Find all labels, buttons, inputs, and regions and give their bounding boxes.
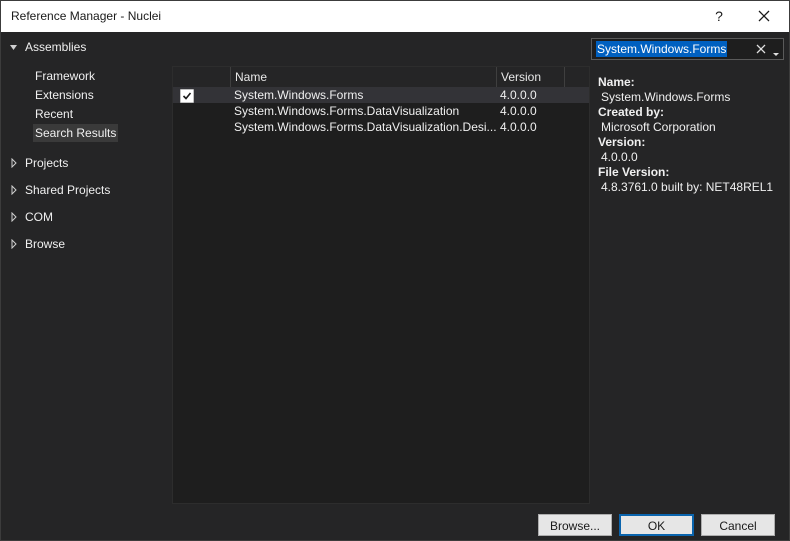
reference-manager-window: Reference Manager - Nuclei ? System.Wind… (0, 0, 790, 541)
expand-arrow-icon[interactable] (9, 185, 19, 195)
created-by-value: Microsoft Corporation (601, 120, 716, 134)
expand-arrow-icon[interactable] (9, 239, 19, 249)
dialog-footer: Browse... OK Cancel (1, 508, 789, 540)
file-version-value: 4.8.3761.0 built by: NET48REL1 (601, 180, 774, 194)
table-row[interactable]: System.Windows.Forms.DataVisualization.D… (173, 119, 589, 135)
nav-group-label: Projects (25, 156, 69, 170)
assembly-name: System.Windows.Forms.DataVisualization.D… (234, 120, 496, 134)
collapse-arrow-icon[interactable] (9, 42, 19, 52)
ok-button[interactable]: OK (619, 514, 694, 536)
title-bar: Reference Manager - Nuclei ? (1, 1, 789, 32)
nav-item-framework[interactable]: Framework (33, 67, 97, 85)
column-header-version[interactable]: Version (496, 67, 564, 87)
clear-search-button[interactable] (756, 41, 768, 57)
nav-group-com[interactable]: COM (2, 207, 171, 227)
column-header-name[interactable]: Name (230, 67, 496, 87)
nav-group-label: Browse (25, 237, 66, 251)
version-value: 4.0.0.0 (601, 150, 638, 164)
close-icon (758, 10, 770, 22)
details-pane: Name: System.Windows.Forms Created by: M… (590, 66, 788, 502)
nav-group-assemblies[interactable]: Assemblies (2, 37, 171, 57)
dropdown-icon (773, 53, 779, 56)
nav-group-browse[interactable]: Browse (2, 234, 171, 254)
assembly-version: 4.0.0.0 (500, 120, 537, 134)
version-label: Version: (598, 135, 646, 149)
browse-button[interactable]: Browse... (538, 514, 612, 536)
nav-item-recent[interactable]: Recent (33, 105, 75, 123)
search-dropdown-button[interactable] (772, 47, 780, 56)
nav-group-projects[interactable]: Projects (2, 153, 171, 173)
nav-group-label: Shared Projects (25, 183, 111, 197)
nav-group-label: Assemblies (25, 40, 87, 54)
expand-arrow-icon[interactable] (9, 212, 19, 222)
clear-icon (756, 44, 766, 54)
file-version-label: File Version: (598, 165, 670, 179)
name-value: System.Windows.Forms (601, 90, 731, 104)
left-navigation: Assemblies Framework Extensions Recent S… (2, 32, 171, 508)
help-button[interactable]: ? (707, 4, 731, 28)
nav-item-search-results[interactable]: Search Results (33, 124, 119, 142)
expand-arrow-icon[interactable] (9, 158, 19, 168)
window-title: Reference Manager - Nuclei (11, 9, 162, 23)
nav-group-shared-projects[interactable]: Shared Projects (2, 180, 171, 200)
column-header-check[interactable] (173, 67, 230, 87)
search-input[interactable]: System.Windows.Forms (596, 41, 728, 57)
created-by-label: Created by: (598, 105, 665, 119)
assembly-list[interactable]: Name Version System.Windows.Forms 4.0.0.… (172, 66, 590, 504)
nav-group-label: COM (25, 210, 53, 224)
assembly-name: System.Windows.Forms (234, 88, 364, 102)
table-row[interactable]: System.Windows.Forms.DataVisualization 4… (173, 103, 589, 119)
list-header: Name Version (173, 67, 589, 88)
check-icon (182, 92, 192, 100)
column-header-filler (564, 67, 589, 87)
close-button[interactable] (751, 4, 777, 28)
assembly-version: 4.0.0.0 (500, 104, 537, 118)
cancel-button[interactable]: Cancel (701, 514, 775, 536)
search-box[interactable]: System.Windows.Forms (591, 38, 784, 60)
table-row[interactable]: System.Windows.Forms 4.0.0.0 (173, 87, 589, 103)
assembly-name: System.Windows.Forms.DataVisualization (234, 104, 460, 118)
include-checkbox[interactable] (180, 89, 194, 103)
name-label: Name: (598, 75, 635, 89)
assembly-version: 4.0.0.0 (500, 88, 537, 102)
nav-item-extensions[interactable]: Extensions (33, 86, 96, 104)
